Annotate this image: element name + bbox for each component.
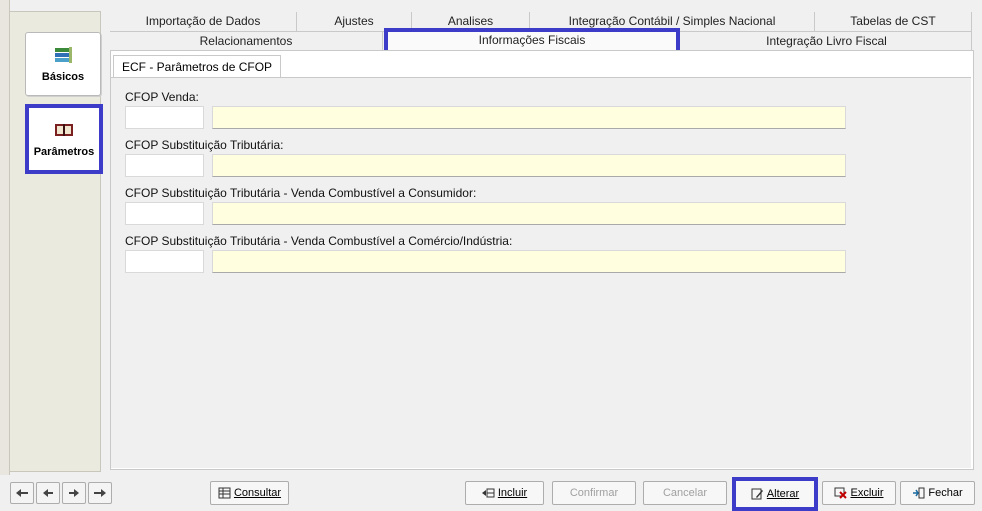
side-nav-parametros[interactable]: Parâmetros [25,104,103,174]
last-record-button[interactable] [88,482,112,504]
excluir-button[interactable]: Excluir [822,481,896,505]
side-nav-basicos-label: Básicos [41,71,85,83]
cfop-st-description-field[interactable] [212,154,846,177]
cfop-venda-label: CFOP Venda: [125,90,199,104]
alterar-button[interactable]: Alterar [732,477,818,511]
cfop-st-comercio-code-input[interactable] [125,250,204,273]
tab-integracao-livro-fiscal[interactable]: Integração Livro Fiscal [682,32,972,52]
fechar-label: Fechar [928,487,963,499]
excluir-label: Excluir [850,487,884,499]
confirmar-label: Confirmar [569,487,619,499]
first-record-button[interactable] [10,482,34,504]
cancelar-button[interactable]: Cancelar [643,481,727,505]
cancelar-label: Cancelar [662,487,708,499]
tab-relacionamentos[interactable]: Relacionamentos [110,32,383,52]
cfop-venda-description-field[interactable] [212,106,846,129]
cfop-st-consumidor-code-input[interactable] [125,202,204,225]
previous-record-button[interactable] [36,482,60,504]
basics-stack-icon [55,47,72,63]
cfop-form: CFOP Venda: CFOP Substituição Tributária… [111,77,971,468]
tab-tabelas-cst[interactable]: Tabelas de CST [815,12,972,32]
parameters-book-icon [55,124,73,136]
cfop-st-label: CFOP Substituição Tributária: [125,138,284,152]
tab-importacao-dados[interactable]: Importação de Dados [110,12,297,32]
tab-header: Importação de Dados Ajustes Analises Int… [110,10,972,61]
cfop-venda-code-input[interactable] [125,106,204,129]
exit-door-icon [913,487,925,499]
cfop-st-comercio-description-field[interactable] [212,250,846,273]
tab-content-panel: ECF - Parâmetros de CFOP CFOP Venda: CFO… [110,50,974,470]
delete-row-icon [834,487,848,499]
side-nav-basicos[interactable]: Básicos [25,32,101,96]
next-icon [69,489,79,497]
edit-document-icon [751,488,763,500]
last-icon [94,489,106,497]
incluir-label: Incluir [497,487,528,499]
table-icon [218,487,231,499]
side-nav-panel: Básicos Parâmetros [9,11,103,472]
previous-icon [43,489,53,497]
cfop-st-code-input[interactable] [125,154,204,177]
confirmar-button[interactable]: Confirmar [552,481,636,505]
cfop-st-consumidor-description-field[interactable] [212,202,846,225]
alterar-label: Alterar [766,488,800,500]
fechar-button[interactable]: Fechar [900,481,975,505]
subtab-ecf-parametros-cfop[interactable]: ECF - Parâmetros de CFOP [113,55,282,78]
cfop-st-consumidor-label: CFOP Substituição Tributária - Venda Com… [125,186,477,200]
next-record-button[interactable] [62,482,86,504]
consultar-button[interactable]: Consultar [210,481,289,505]
insert-row-icon [481,488,495,498]
consultar-label: Consultar [233,487,282,499]
cfop-st-comercio-label: CFOP Substituição Tributária - Venda Com… [125,234,513,248]
incluir-button[interactable]: Incluir [465,481,544,505]
first-icon [16,489,28,497]
side-nav-parametros-label: Parâmetros [33,146,95,158]
